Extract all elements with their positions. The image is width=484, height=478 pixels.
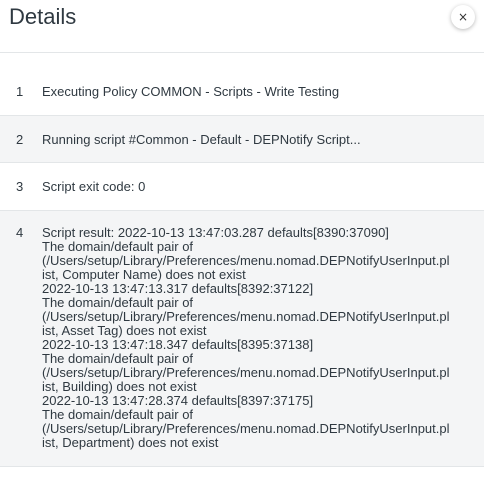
log-row-number: 3 <box>16 179 24 194</box>
log-line: (/Users/setup/Library/Preferences/menu.n… <box>42 309 450 324</box>
log-line: Script result: 2022-10-13 13:47:03.287 d… <box>42 225 389 240</box>
close-icon: × <box>457 10 469 24</box>
log-line: ist, Department) does not exist <box>42 435 219 450</box>
log-line: The domain/default pair of <box>42 295 194 310</box>
log-line: The domain/default pair of <box>42 351 194 366</box>
log-line: The domain/default pair of <box>42 239 194 254</box>
log-row-text: Script exit code: 0 <box>42 179 146 194</box>
page-title: Details <box>9 4 77 29</box>
log-row-number: 2 <box>16 132 24 147</box>
log-line: ist, Building) does not exist <box>42 379 197 394</box>
log-line: The domain/default pair of <box>42 407 194 422</box>
log-row-number: 4 <box>16 225 24 240</box>
log-line: ist, Asset Tag) does not exist <box>42 323 207 338</box>
log-row-text: Executing Policy COMMON - Scripts - Writ… <box>42 84 340 99</box>
log-row: 4 Script result: 2022-10-13 13:47:03.287… <box>0 211 484 467</box>
log-list: 1 Executing Policy COMMON - Scripts - Wr… <box>0 68 484 467</box>
close-button[interactable]: × <box>451 5 475 29</box>
log-line: 2022-10-13 13:47:13.317 defaults[8392:37… <box>42 281 314 296</box>
log-line: (/Users/setup/Library/Preferences/menu.n… <box>42 421 450 436</box>
log-line: (/Users/setup/Library/Preferences/menu.n… <box>42 365 450 380</box>
log-row: 2 Running script #Common - Default - DEP… <box>0 116 484 163</box>
log-line: 2022-10-13 13:47:18.347 defaults[8395:37… <box>42 337 314 352</box>
details-panel: Details × 1 Executing Policy COMMON - Sc… <box>0 0 484 478</box>
log-line: (/Users/setup/Library/Preferences/menu.n… <box>42 253 450 268</box>
log-row: 3 Script exit code: 0 <box>0 163 484 211</box>
log-row-text: Script result: 2022-10-13 13:47:03.287 d… <box>42 226 484 466</box>
log-row: 1 Executing Policy COMMON - Scripts - Wr… <box>0 68 484 116</box>
log-line: ist, Computer Name) does not exist <box>42 267 246 282</box>
log-line: 2022-10-13 13:47:28.374 defaults[8397:37… <box>42 393 314 408</box>
log-row-number: 1 <box>16 84 24 99</box>
log-row-text: Running script #Common - Default - DEPNo… <box>42 132 361 147</box>
details-header: Details × <box>0 0 484 53</box>
